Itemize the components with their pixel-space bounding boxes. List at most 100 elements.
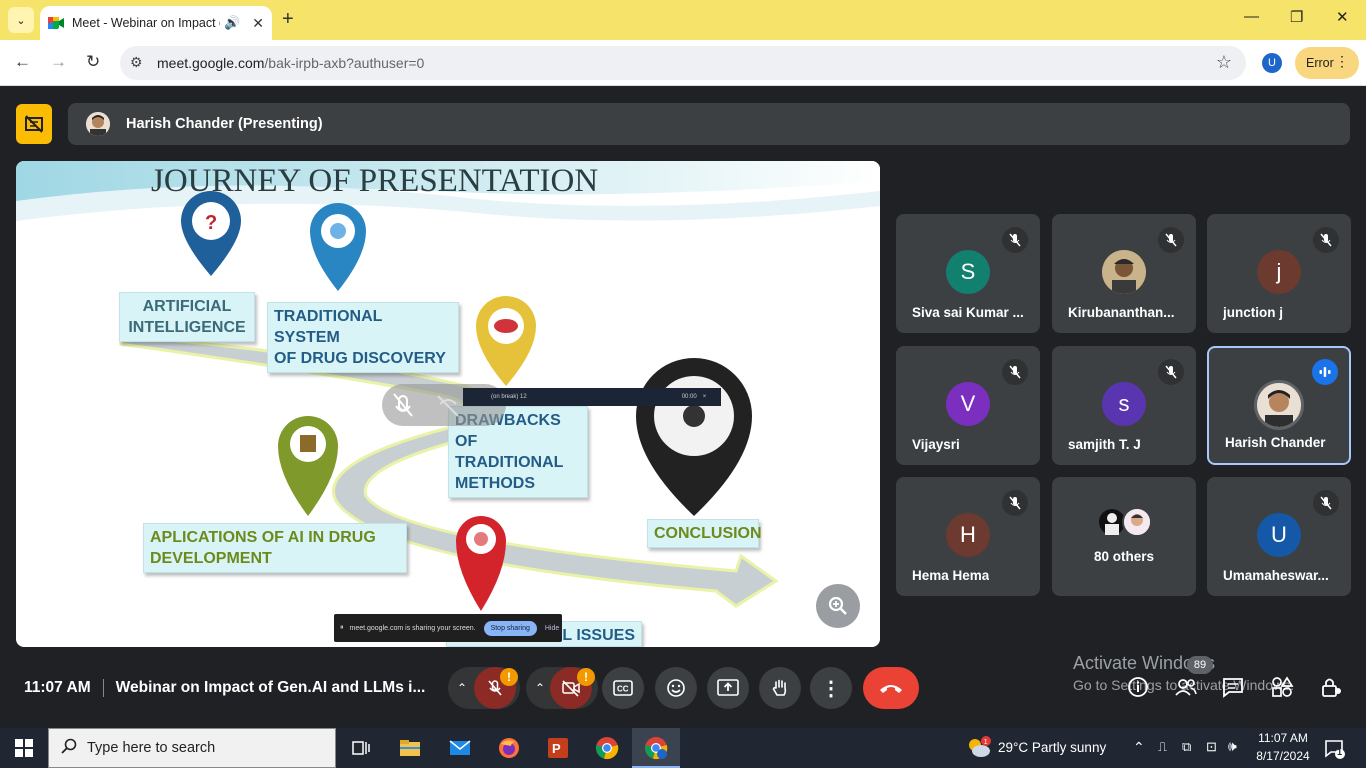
- file-explorer-icon[interactable]: [398, 736, 422, 760]
- hand-icon: [772, 679, 787, 696]
- back-arrow-icon[interactable]: ←: [14, 52, 31, 72]
- mic-off-icon: [1002, 490, 1028, 516]
- label-conclusion: CONCLUSION: [647, 519, 762, 548]
- pin-applications-icon: [278, 416, 338, 516]
- reload-icon[interactable]: ↻: [86, 52, 100, 72]
- taskbar-search-box[interactable]: Type here to search: [48, 728, 336, 768]
- hide-button[interactable]: Hide: [545, 625, 559, 632]
- new-tab-button[interactable]: +: [282, 8, 294, 31]
- label-traditional-system: TRADITIONAL SYSTEM OF DRUG DISCOVERY: [267, 302, 459, 373]
- profile-avatar[interactable]: U: [1262, 53, 1282, 73]
- more-options-icon[interactable]: ⋮: [810, 667, 852, 709]
- participant-name: Harish Chander: [1225, 435, 1326, 450]
- participant-name: Vijaysri: [912, 437, 960, 452]
- chat-button[interactable]: [1222, 676, 1244, 703]
- mic-off-icon: [1002, 227, 1028, 253]
- others-count-label: 80 others: [1093, 549, 1155, 564]
- tab-close-icon[interactable]: ✕: [252, 15, 264, 32]
- windows-start-icon[interactable]: [15, 739, 33, 762]
- tray-overflow-chevron-icon[interactable]: ⌃: [1133, 739, 1145, 756]
- label-applications: APLICATIONS OF AI IN DRUG DEVELOPMENT: [143, 523, 407, 573]
- captions-button[interactable]: CC: [602, 667, 644, 709]
- drag-handle-icon[interactable]: ⏸: [340, 624, 344, 632]
- browser-toolbar: ← → ↻ ⚙ meet.google.com/bak-irpb-axb?aut…: [0, 40, 1366, 86]
- forward-arrow-icon[interactable]: →: [50, 52, 67, 72]
- participant-count-badge: 89: [1187, 656, 1213, 674]
- pin-traditional-icon: [310, 203, 366, 291]
- mic-off-icon: [1313, 227, 1339, 253]
- participant-tile[interactable]: H Hema Hema: [896, 477, 1040, 596]
- notification-center-icon[interactable]: 1: [1324, 738, 1346, 765]
- reactions-button[interactable]: [655, 667, 697, 709]
- present-icon: [717, 679, 739, 696]
- present-screen-button[interactable]: [707, 667, 749, 709]
- task-view-icon[interactable]: [349, 736, 373, 760]
- participant-avatar: S: [946, 250, 990, 294]
- mic-warning-badge: !: [500, 668, 518, 686]
- participant-avatar: V: [946, 382, 990, 426]
- leave-call-button[interactable]: [863, 667, 919, 709]
- firefox-icon[interactable]: [497, 736, 521, 760]
- participant-photo-avatar: [1102, 250, 1146, 294]
- others-avatar-2: [1122, 507, 1152, 537]
- slide-title: JOURNEY OF PRESENTATION: [151, 163, 599, 199]
- tab-search-dropdown-icon[interactable]: ⌄: [8, 7, 34, 33]
- chrome-icon[interactable]: [595, 736, 619, 760]
- tab-title: Meet - Webinar on Impact of Gen.AI and L…: [72, 16, 220, 30]
- address-bar[interactable]: ⚙ meet.google.com/bak-irpb-axb?authuser=…: [120, 46, 1246, 80]
- participant-tile[interactable]: S Siva sai Kumar ...: [896, 214, 1040, 333]
- participant-tile[interactable]: V Vijaysri: [896, 346, 1040, 465]
- activities-icon: [1272, 676, 1294, 697]
- participant-tile-active-speaker[interactable]: Harish Chander: [1207, 346, 1351, 465]
- active-chrome-taskbar-item[interactable]: [632, 728, 680, 768]
- svg-text:?: ?: [205, 212, 217, 234]
- camera-warning-badge: !: [577, 668, 595, 686]
- layout-badge-icon[interactable]: [16, 104, 52, 144]
- label-artificial-intelligence: ARTIFICIAL INTELLIGENCE: [119, 292, 255, 342]
- site-settings-icon[interactable]: ⚙: [130, 54, 143, 71]
- window-close-icon[interactable]: ✕: [1336, 8, 1349, 26]
- people-button[interactable]: [1174, 676, 1198, 703]
- speaking-indicator-icon: [1312, 359, 1338, 385]
- screen-share-bar: ⏸ meet.google.com is sharing your screen…: [334, 614, 562, 642]
- zoom-in-button[interactable]: [816, 584, 860, 628]
- participant-name: Hema Hema: [912, 568, 990, 583]
- network-icon[interactable]: ⎍: [1158, 739, 1167, 755]
- wifi-icon[interactable]: ⊡: [1206, 739, 1217, 755]
- mail-icon[interactable]: [448, 736, 472, 760]
- url-text: meet.google.com/bak-irpb-axb?authuser=0: [157, 55, 425, 71]
- participant-tile[interactable]: U Umamaheswar...: [1207, 477, 1351, 596]
- minimize-icon[interactable]: —: [1244, 8, 1259, 25]
- meeting-details-button[interactable]: [1127, 676, 1149, 703]
- mic-off-icon: [1313, 490, 1339, 516]
- pin-ethical-icon: [456, 516, 506, 611]
- powerpoint-icon[interactable]: P: [546, 736, 570, 760]
- raise-hand-button[interactable]: [759, 667, 801, 709]
- weather-icon[interactable]: 1: [966, 736, 992, 765]
- weather-text[interactable]: 29°C Partly sunny: [998, 740, 1106, 755]
- timer-overlay: (on break) 12 00:00 ×: [463, 388, 721, 406]
- zoom-icon: [828, 596, 847, 615]
- others-tile[interactable]: 80 others: [1052, 477, 1196, 596]
- stop-sharing-button[interactable]: Stop sharing: [483, 620, 537, 636]
- info-icon: [1128, 677, 1148, 697]
- timer-close-icon[interactable]: ×: [703, 394, 707, 400]
- timer-label: (on break) 12: [491, 394, 527, 400]
- pin-drawbacks-icon: [476, 296, 536, 386]
- share-notice: meet.google.com is sharing your screen.: [349, 624, 476, 632]
- camera-options-chevron-icon[interactable]: ⌃: [530, 667, 550, 709]
- tab-audio-icon[interactable]: 🔊: [224, 15, 240, 31]
- meet-tray-icon[interactable]: ⧉: [1182, 739, 1191, 755]
- taskbar-clock[interactable]: 11:07 AM 8/17/2024: [1255, 731, 1311, 763]
- activities-button[interactable]: [1270, 676, 1294, 703]
- bookmark-star-icon[interactable]: ☆: [1216, 52, 1232, 73]
- restore-icon[interactable]: ❐: [1290, 8, 1303, 26]
- participant-tile[interactable]: s samjith T. J: [1052, 346, 1196, 465]
- mic-options-chevron-icon[interactable]: ⌃: [452, 667, 472, 709]
- volume-icon[interactable]: 🕪: [1228, 738, 1237, 755]
- host-controls-button[interactable]: [1320, 676, 1342, 703]
- error-button[interactable]: Error ⋮: [1295, 47, 1359, 79]
- participant-tile[interactable]: j junction j: [1207, 214, 1351, 333]
- browser-tab-meet[interactable]: Meet - Webinar on Impact of Gen.AI and L…: [40, 6, 272, 40]
- participant-tile[interactable]: Kirubananthan...: [1052, 214, 1196, 333]
